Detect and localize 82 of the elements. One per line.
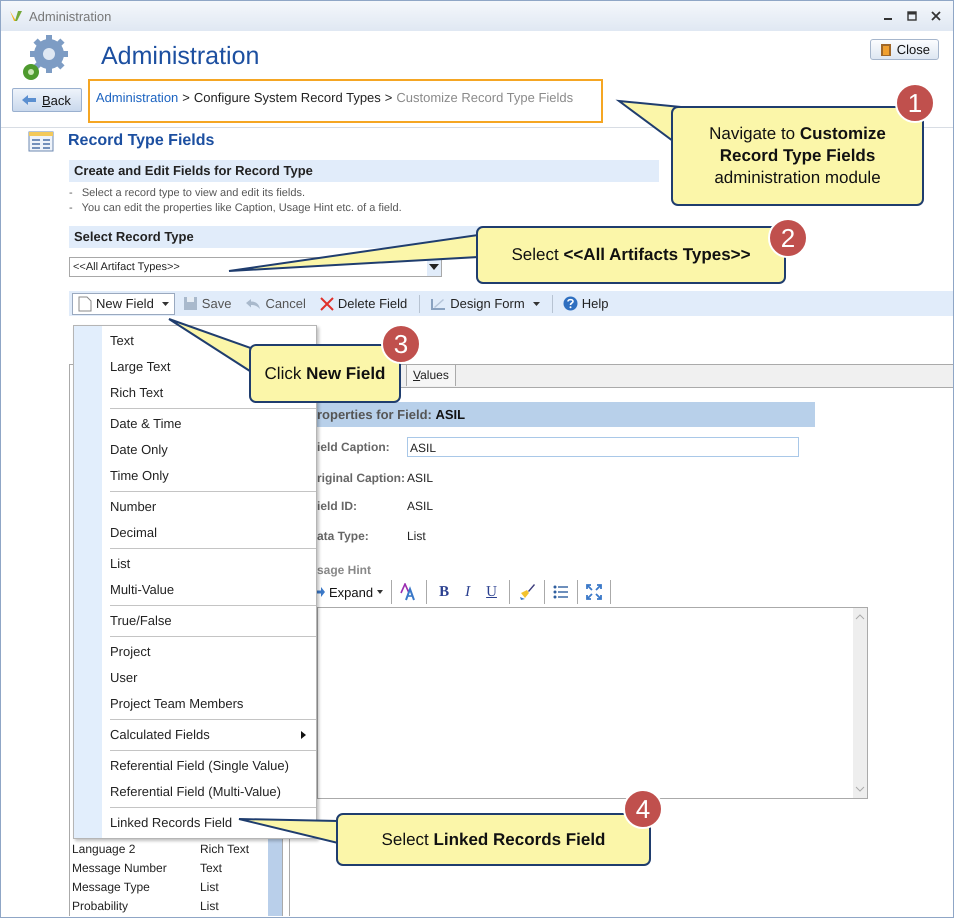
menu-item[interactable]: Number	[74, 494, 316, 520]
breadcrumb-item[interactable]: Configure System Record Types	[194, 90, 381, 104]
menu-item[interactable]: Project	[74, 639, 316, 665]
step-badge: 3	[381, 324, 421, 364]
menu-item[interactable]: True/False	[74, 608, 316, 634]
step-badge: 4	[623, 789, 663, 829]
field-label: ield ID:	[317, 499, 358, 513]
field-name[interactable]: Language 2	[72, 840, 200, 859]
field-name[interactable]: Message Type	[72, 878, 200, 897]
callout-text: Select Linked Records Field	[382, 828, 606, 850]
subsection-header: Create and Edit Fields for Record Type	[69, 160, 659, 182]
step-badge: 1	[895, 83, 935, 123]
field-label: riginal Caption:	[317, 471, 406, 485]
field-label: ata Type:	[317, 529, 370, 543]
document-list-icon	[28, 130, 54, 152]
page-icon	[78, 296, 92, 312]
menu-item[interactable]: Referential Field (Single Value)	[74, 753, 316, 779]
toolbar-button[interactable]: Delete Field	[314, 292, 414, 314]
step-badge: 2	[768, 218, 808, 258]
field-type: List	[200, 898, 219, 915]
expand-button[interactable]: Expand	[317, 584, 384, 600]
menu-item[interactable]: Date & Time	[74, 411, 316, 437]
usage-hint-label: sage Hint	[317, 563, 372, 577]
toolbar-button[interactable]: Help	[556, 292, 614, 314]
door-icon	[878, 42, 893, 56]
field-type: Rich Text	[200, 841, 250, 858]
field-value: ASIL	[407, 471, 434, 485]
values-tab[interactable]: Values	[406, 364, 456, 386]
menu-item[interactable]: Date Only	[74, 437, 316, 463]
menu-item[interactable]: User	[74, 665, 316, 691]
callout-text: Navigate to Customize Record Type Fields administration module	[708, 123, 887, 189]
window-title: Administration	[29, 8, 112, 24]
menu-item[interactable]: Time Only	[74, 463, 316, 489]
instruction-text: - Select a record type to view and edit its fields.	[69, 186, 306, 201]
caret-icon	[377, 590, 384, 594]
field-type: List	[200, 879, 219, 896]
toolbar-button[interactable]: Design Form	[424, 292, 546, 314]
delete-x-icon	[320, 296, 334, 310]
caption-input[interactable]: ASIL	[407, 437, 799, 457]
menu-item[interactable]: Referential Field (Multi-Value)	[74, 779, 316, 805]
menu-item[interactable]: Project Team Members	[74, 691, 316, 717]
right-arrow-icon	[317, 587, 325, 597]
field-value: ASIL	[407, 499, 434, 513]
format-button[interactable]: B	[435, 584, 454, 600]
menu-item[interactable]: Calculated Fields	[74, 722, 316, 748]
instruction-text: - You can edit the properties like Caption, Usage Hint etc. of a field.	[69, 201, 403, 216]
ruler-icon	[430, 296, 446, 310]
toolbar-button[interactable]: New Field	[72, 292, 175, 314]
field-value: List	[407, 529, 426, 543]
bullet-list-icon[interactable]	[552, 585, 569, 599]
submenu-arrow-icon	[301, 731, 306, 739]
dropdown-caret-icon	[429, 264, 439, 270]
caret-icon	[162, 302, 169, 306]
breadcrumb-separator: >	[384, 90, 392, 104]
section-title: Record Type Fields	[68, 132, 214, 150]
field-name[interactable]: Probability	[72, 897, 200, 916]
properties-header: roperties for Field: ASIL	[317, 402, 815, 427]
breadcrumb-link[interactable]: Administration	[96, 90, 178, 104]
caret-icon	[532, 302, 540, 306]
field-name[interactable]: Message Number	[72, 859, 200, 878]
back-button[interactable]: Back	[12, 88, 82, 112]
menu-item[interactable]: List	[74, 551, 316, 577]
format-button[interactable]: I	[461, 584, 474, 600]
help-icon	[562, 296, 578, 311]
paintbrush-icon[interactable]	[518, 583, 536, 601]
app-logo-icon	[9, 10, 23, 22]
fullscreen-icon[interactable]	[586, 584, 602, 600]
menu-item[interactable]: Text	[74, 328, 316, 354]
menu-item[interactable]: Multi-Value	[74, 577, 316, 603]
breadcrumb-separator: >	[182, 90, 190, 104]
page-title: Administration	[101, 42, 260, 70]
breadcrumb-current: Customize Record Type Fields	[396, 90, 574, 104]
close-button[interactable]: Close	[870, 39, 939, 60]
maximize-icon[interactable]	[907, 11, 917, 21]
format-button[interactable]: U	[482, 584, 501, 600]
callout-text: Click New Field	[264, 362, 386, 384]
field-label: ield Caption:	[317, 440, 391, 454]
menu-item[interactable]: Decimal	[74, 520, 316, 546]
undo-arrow-icon	[245, 298, 262, 310]
field-type: Text	[200, 860, 222, 877]
left-arrow-icon	[21, 94, 37, 106]
close-icon[interactable]	[931, 11, 941, 21]
